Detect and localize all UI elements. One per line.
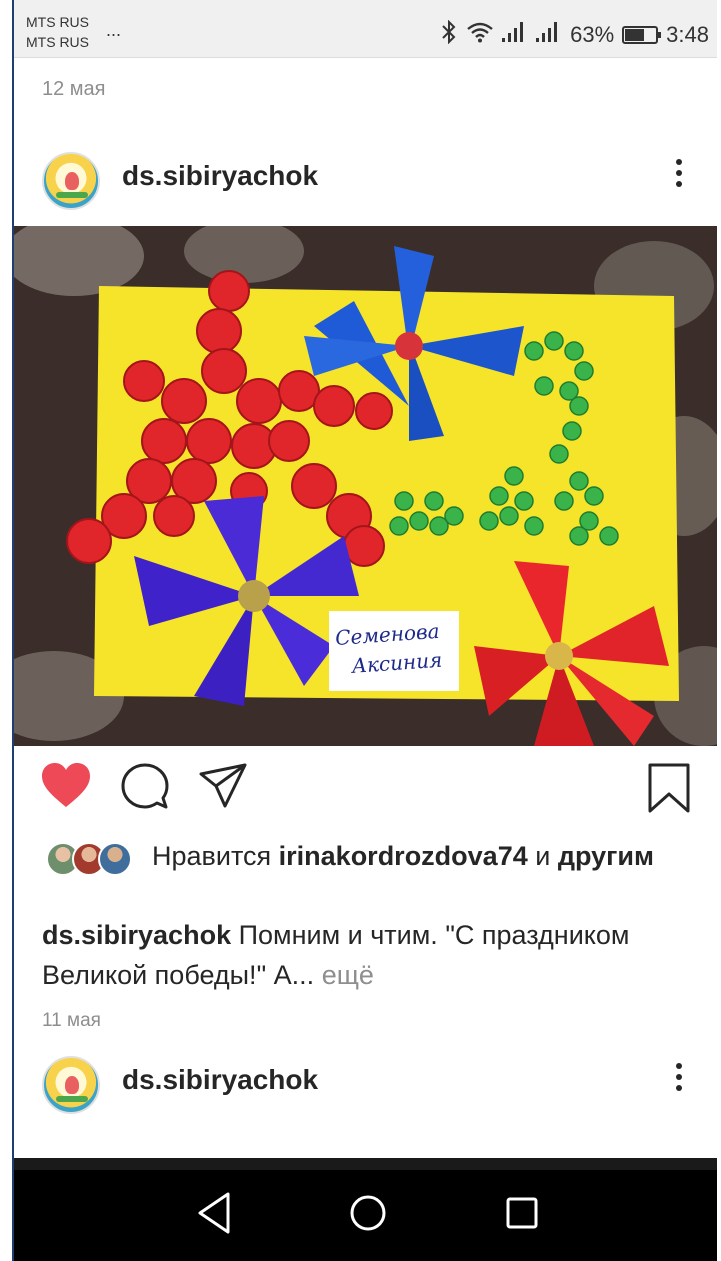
- more-options-icon[interactable]: [669, 154, 689, 194]
- avatar[interactable]: [42, 152, 100, 210]
- comment-icon[interactable]: [120, 762, 170, 814]
- signal-icon: [536, 22, 562, 48]
- caption-more-link[interactable]: ещё: [322, 960, 374, 990]
- app-screen: MTS RUS MTS RUS ... 63% 3:48 12 мая ds.s…: [12, 0, 717, 1261]
- system-nav-bar: [14, 1170, 717, 1261]
- likes-conjunction: и: [535, 841, 551, 871]
- caption-ellipsis: ...: [291, 960, 315, 990]
- post-date: 11 мая: [42, 1010, 101, 1031]
- carrier-label: MTS RUS: [26, 14, 89, 30]
- post-username[interactable]: ds.sibiryachok: [122, 1064, 318, 1096]
- caption-username[interactable]: ds.sibiryachok: [42, 920, 231, 950]
- signal-icon: [502, 22, 528, 48]
- status-bar: MTS RUS MTS RUS ... 63% 3:48: [14, 0, 717, 58]
- post-username[interactable]: ds.sibiryachok: [122, 160, 318, 192]
- notification-overflow: ...: [106, 20, 122, 40]
- likes-text: Нравится irinakordrozdova74 и другим: [152, 838, 672, 874]
- post-header: ds.sibiryachok: [14, 1050, 717, 1114]
- post-actions: [14, 762, 717, 822]
- clock: 3:48: [666, 22, 709, 47]
- back-icon[interactable]: [186, 1188, 246, 1238]
- recent-apps-icon[interactable]: [492, 1188, 552, 1238]
- likes-prefix: Нравится: [152, 841, 272, 871]
- home-icon[interactable]: [338, 1188, 398, 1238]
- post-header: ds.sibiryachok: [14, 146, 717, 210]
- previous-post-date: 12 мая: [42, 78, 106, 100]
- battery-icon: [622, 26, 662, 44]
- likes-others[interactable]: другим: [558, 841, 654, 871]
- battery-level: [625, 29, 645, 41]
- more-options-icon[interactable]: [669, 1058, 689, 1098]
- status-icons: 63% 3:48: [440, 19, 709, 50]
- liker-avatars: [46, 842, 146, 878]
- carrier-label: MTS RUS: [26, 34, 89, 50]
- avatar[interactable]: [42, 1056, 100, 1114]
- share-icon[interactable]: [198, 762, 248, 814]
- likes-summary[interactable]: Нравится irinakordrozdova74 и другим: [14, 836, 717, 906]
- bluetooth-icon: [440, 19, 458, 50]
- avatar: [98, 842, 132, 876]
- battery-percent: 63%: [570, 22, 615, 47]
- like-heart-icon[interactable]: [40, 762, 92, 814]
- wifi-icon: [466, 21, 494, 49]
- post-caption: ds.sibiryachok Помним и чтим. "С праздни…: [42, 915, 702, 995]
- post-photo[interactable]: Семенова Аксиния: [14, 226, 717, 746]
- likes-username[interactable]: irinakordrozdova74: [279, 841, 528, 871]
- bookmark-icon[interactable]: [645, 762, 693, 814]
